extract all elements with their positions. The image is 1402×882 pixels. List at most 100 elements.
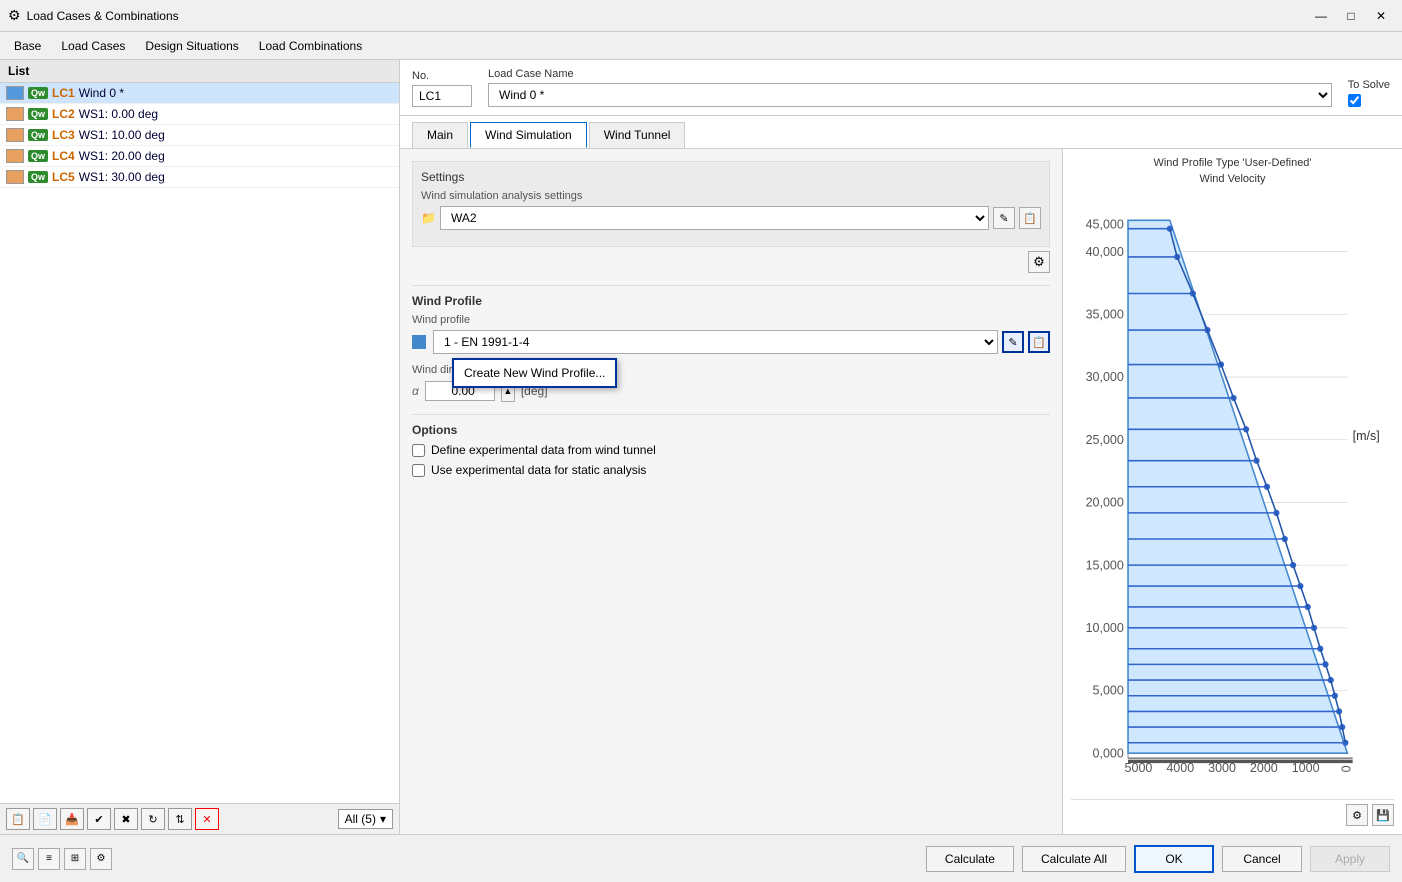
left-panel: List Qw LC1 Wind 0 * Qw LC2 WS1: 0.00 de…	[0, 60, 400, 834]
apply-button[interactable]: Apply	[1310, 846, 1390, 872]
bottom-bar: 🔍 ≡ ⊞ ⚙ Calculate Calculate All OK Cance…	[0, 834, 1402, 882]
analysis-copy-button[interactable]: 📋	[1019, 207, 1041, 229]
analysis-edit-button[interactable]: ✎	[993, 207, 1015, 229]
tab-main[interactable]: Main	[412, 122, 468, 148]
calculate-all-button[interactable]: Calculate All	[1022, 846, 1126, 872]
menu-load-cases[interactable]: Load Cases	[51, 35, 135, 57]
lc-label: LC4	[52, 149, 75, 163]
item-badge: Qw	[28, 87, 48, 99]
name-field-group: Load Case Name Wind 0 *	[488, 68, 1332, 107]
lc-label: LC3	[52, 128, 75, 142]
settings-section: Settings Wind simulation analysis settin…	[412, 161, 1050, 247]
delete-button[interactable]: ✕	[195, 808, 219, 830]
item-name: Wind 0 *	[79, 86, 124, 100]
item-name: WS1: 0.00 deg	[79, 107, 158, 121]
wind-profile-copy-button[interactable]: 📋	[1028, 331, 1050, 353]
item-color-indicator	[6, 149, 24, 163]
add-button[interactable]: 📋	[6, 808, 30, 830]
lc-label: LC2	[52, 107, 75, 121]
chart-title-2: Wind Velocity	[1071, 173, 1394, 185]
main-content: List Qw LC1 Wind 0 * Qw LC2 WS1: 0.00 de…	[0, 60, 1402, 834]
no-label: No.	[412, 70, 472, 82]
paste-button[interactable]: 📥	[60, 808, 84, 830]
no-input[interactable]	[412, 85, 472, 107]
item-color-indicator	[6, 86, 24, 100]
tab-content: Settings Wind simulation analysis settin…	[400, 149, 1402, 834]
svg-text:10,000: 10,000	[1086, 621, 1124, 635]
wind-profile-section: Wind Profile Wind profile 1 - EN 1991-1-…	[412, 285, 1050, 402]
item-color-indicator	[6, 128, 24, 142]
bottom-settings-button[interactable]: ⚙	[90, 848, 112, 870]
wind-profile-select[interactable]: 1 - EN 1991-1-4	[433, 330, 998, 354]
options-section: Options Define experimental data from wi…	[412, 414, 1050, 477]
maximize-button[interactable]: □	[1338, 6, 1364, 26]
chart-footer: ⚙ 💾	[1071, 799, 1394, 826]
list-item[interactable]: Qw LC4 WS1: 20.00 deg	[0, 146, 399, 167]
menu-base[interactable]: Base	[4, 35, 51, 57]
item-name: WS1: 10.00 deg	[79, 128, 165, 142]
item-badge: Qw	[28, 129, 48, 141]
cancel-button[interactable]: Cancel	[1222, 846, 1302, 872]
create-wind-profile-menu-item[interactable]: Create New Wind Profile...	[454, 360, 615, 386]
option-2-label: Use experimental data for static analysi…	[431, 463, 646, 477]
chart-export-button[interactable]: 💾	[1372, 804, 1394, 826]
right-panel: No. Load Case Name Wind 0 * To Solve	[400, 60, 1402, 834]
menu-design-situations[interactable]: Design Situations	[135, 35, 248, 57]
to-solve-label: To Solve	[1348, 79, 1390, 91]
copy-button[interactable]: 📄	[33, 808, 57, 830]
list-item[interactable]: Qw LC5 WS1: 30.00 deg	[0, 167, 399, 188]
analysis-label: Wind simulation analysis settings	[421, 190, 1041, 202]
item-name: WS1: 30.00 deg	[79, 170, 165, 184]
list-item[interactable]: Qw LC2 WS1: 0.00 deg	[0, 104, 399, 125]
option-2-checkbox[interactable]	[412, 464, 425, 477]
menu-bar: Base Load Cases Design Situations Load C…	[0, 32, 1402, 60]
cross-button[interactable]: ✖	[114, 808, 138, 830]
option-2-row: Use experimental data for static analysi…	[412, 463, 1050, 477]
chevron-down-icon: ▾	[380, 812, 386, 826]
item-badge: Qw	[28, 171, 48, 183]
chart-title-1: Wind Profile Type 'User-Defined'	[1071, 157, 1394, 169]
sort-button[interactable]: ⇅	[168, 808, 192, 830]
to-solve-checkbox[interactable]	[1348, 94, 1361, 107]
svg-text:5,000: 5,000	[1093, 684, 1124, 698]
title-bar: ⚙ Load Cases & Combinations — □ ✕	[0, 0, 1402, 32]
svg-text:30,000: 30,000	[1086, 370, 1124, 384]
tab-wind-tunnel[interactable]: Wind Tunnel	[589, 122, 686, 148]
bottom-table-button[interactable]: ≡	[38, 848, 60, 870]
svg-text:[m/s]: [m/s]	[1353, 429, 1380, 443]
wind-profile-edit-button[interactable]: ✎	[1002, 331, 1024, 353]
option-1-checkbox[interactable]	[412, 444, 425, 457]
refresh-button[interactable]: ↻	[141, 808, 165, 830]
svg-text:45,000: 45,000	[1086, 218, 1124, 232]
check-button[interactable]: ✔	[87, 808, 111, 830]
alpha-symbol: α	[412, 384, 419, 398]
chart-panel: Wind Profile Type 'User-Defined' Wind Ve…	[1062, 149, 1402, 834]
settings-panel: Settings Wind simulation analysis settin…	[400, 149, 1062, 834]
list-item[interactable]: Qw LC1 Wind 0 *	[0, 83, 399, 104]
create-wind-profile-popup: Create New Wind Profile...	[452, 358, 617, 388]
wind-chart-svg: 0,000 5,000 10,000 15,000 20,000 25,000 …	[1071, 189, 1394, 795]
ok-button[interactable]: OK	[1134, 845, 1214, 873]
wind-profile-title: Wind Profile	[412, 294, 1050, 308]
bottom-tree-button[interactable]: ⊞	[64, 848, 86, 870]
lc-label: LC5	[52, 170, 75, 184]
svg-text:20,000: 20,000	[1086, 496, 1124, 510]
tab-wind-simulation[interactable]: Wind Simulation	[470, 122, 587, 148]
list-item[interactable]: Qw LC3 WS1: 10.00 deg	[0, 125, 399, 146]
option-1-label: Define experimental data from wind tunne…	[431, 443, 656, 457]
item-name: WS1: 20.00 deg	[79, 149, 165, 163]
svg-text:40,000: 40,000	[1086, 245, 1124, 259]
settings-title: Settings	[421, 170, 1041, 184]
list-footer: 📋 📄 📥 ✔ ✖ ↻ ⇅ ✕ All (5) ▾	[0, 803, 399, 834]
name-select[interactable]: Wind 0 *	[488, 83, 1332, 107]
calculate-button[interactable]: Calculate	[926, 846, 1014, 872]
minimize-button[interactable]: —	[1308, 6, 1334, 26]
title-bar-text: Load Cases & Combinations	[27, 9, 1308, 23]
close-button[interactable]: ✕	[1368, 6, 1394, 26]
filter-dropdown[interactable]: All (5) ▾	[338, 809, 393, 829]
analysis-select[interactable]: WA2	[440, 206, 989, 230]
settings-options-button[interactable]: ⚙	[1028, 251, 1050, 273]
chart-settings-button[interactable]: ⚙	[1346, 804, 1368, 826]
menu-load-combinations[interactable]: Load Combinations	[249, 35, 372, 57]
bottom-search-button[interactable]: 🔍	[12, 848, 34, 870]
